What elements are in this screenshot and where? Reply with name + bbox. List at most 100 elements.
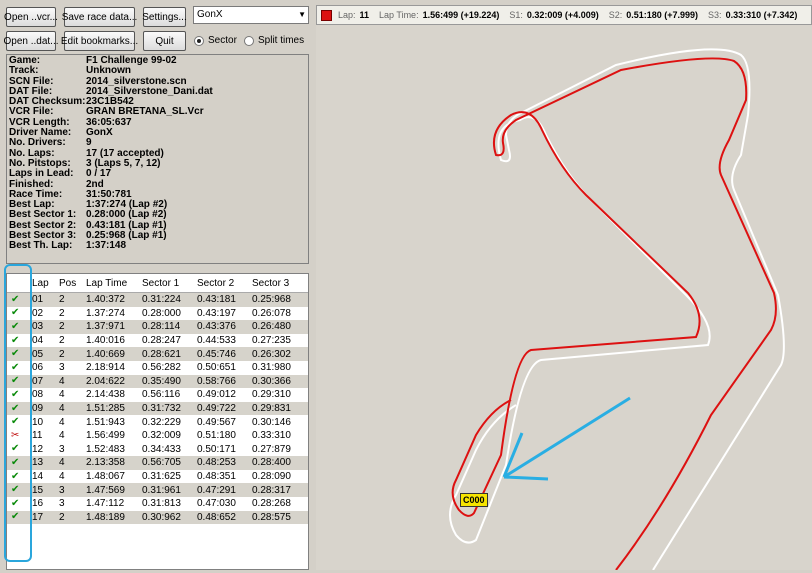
table-row[interactable]: ✔ 04 2 1.40:016 0.28:247 0.44:533 0.27:235 bbox=[7, 334, 308, 348]
cell-lap: 09 bbox=[32, 403, 44, 415]
sector-radio-label: Sector bbox=[208, 35, 237, 46]
cell-s2: 0.44:533 bbox=[197, 335, 236, 347]
table-row[interactable]: ✔ 16 3 1.47:112 0.31:813 0.47:030 0.28:268 bbox=[7, 497, 308, 511]
table-row[interactable]: ✔ 08 4 2.14:438 0.56:116 0.49:012 0.29:310 bbox=[7, 388, 308, 402]
cell-s1: 0.32:009 bbox=[142, 430, 181, 442]
cell-s2: 0.48:652 bbox=[197, 511, 236, 523]
table-row[interactable]: ✔ 15 3 1.47:569 0.31:961 0.47:291 0.28:317 bbox=[7, 483, 308, 497]
cell-pos: 3 bbox=[59, 498, 65, 510]
validity-column-highlight bbox=[4, 264, 32, 562]
cell-pos: 4 bbox=[59, 430, 65, 442]
table-row[interactable]: ✔ 01 2 1.40:372 0.31:224 0.43:181 0.25:968 bbox=[7, 293, 308, 307]
cell-time: 2.14:438 bbox=[86, 389, 125, 401]
table-row[interactable]: ✔ 13 4 2.13:358 0.56:705 0.48:253 0.28:400 bbox=[7, 456, 308, 470]
radio-empty-icon bbox=[244, 35, 254, 46]
cell-s2: 0.47:030 bbox=[197, 498, 236, 510]
cell-pos: 2 bbox=[59, 294, 65, 306]
table-row[interactable]: ✔ 06 3 2.18:914 0.56:282 0.50:651 0.31:980 bbox=[7, 361, 308, 375]
cell-s1: 0.35:490 bbox=[142, 375, 181, 387]
radio-selected-icon bbox=[194, 35, 204, 46]
s2-value: 0.51:180 (+7.999) bbox=[626, 10, 699, 20]
cell-pos: 4 bbox=[59, 471, 65, 483]
cell-lap: 12 bbox=[32, 443, 44, 455]
split-times-radio[interactable]: Split times bbox=[244, 35, 304, 46]
s1-label: S1: bbox=[509, 10, 523, 20]
lap-time-label: Lap Time: bbox=[379, 10, 419, 20]
table-row[interactable]: ✔ 03 2 1.37:971 0.28:114 0.43:376 0.26:480 bbox=[7, 320, 308, 334]
column-header[interactable]: Lap bbox=[29, 278, 56, 289]
settings-button[interactable]: Settings... bbox=[142, 7, 187, 27]
table-row[interactable]: ✔ 12 3 1.52:483 0.34:433 0.50:171 0.27:879 bbox=[7, 443, 308, 457]
cell-s1: 0.56:282 bbox=[142, 362, 181, 374]
s2-label: S2: bbox=[608, 10, 623, 20]
car-marker[interactable]: C000 bbox=[460, 493, 488, 507]
cell-time: 1.51:285 bbox=[86, 403, 125, 415]
cell-pos: 4 bbox=[59, 416, 65, 428]
save-race-data-button[interactable]: Save race data... bbox=[62, 7, 137, 27]
cell-s3: 0.28:090 bbox=[252, 471, 291, 483]
cell-lap: 13 bbox=[32, 457, 44, 469]
lap-table[interactable]: Lap Pos Lap Time Sector 1 Sector 2 Sector 3 ✔… bbox=[6, 273, 309, 570]
cell-lap: 08 bbox=[32, 389, 44, 401]
table-row[interactable]: ✔ 10 4 1.51:943 0.32:229 0.49:567 0.30:146 bbox=[7, 415, 308, 429]
cell-lap: 11 bbox=[32, 430, 43, 442]
track-map[interactable] bbox=[316, 25, 812, 571]
open-dat-button[interactable]: Open ..dat... bbox=[3, 31, 59, 51]
info-row: Best Th. Lap: 1:37:148 bbox=[9, 241, 306, 252]
table-row[interactable]: ✔ 07 4 2.04:622 0.35:490 0.58:766 0.30:366 bbox=[7, 374, 308, 389]
cell-s3: 0.27:235 bbox=[252, 335, 291, 347]
cell-s2: 0.51:180 bbox=[197, 430, 236, 442]
driver-select[interactable]: GonX ▼ bbox=[193, 6, 309, 24]
cell-s1: 0.31:961 bbox=[142, 484, 181, 496]
cell-lap: 10 bbox=[32, 416, 44, 428]
cell-s3: 0.30:146 bbox=[252, 416, 291, 428]
chevron-down-icon[interactable]: ▼ bbox=[298, 10, 306, 19]
cell-time: 1.52:483 bbox=[86, 443, 125, 455]
column-header[interactable]: Sector 1 bbox=[139, 278, 194, 289]
table-row[interactable]: ✔ 02 2 1.37:274 0.28:000 0.43:197 0.26:078 bbox=[7, 307, 308, 321]
table-row[interactable]: ✔ 17 2 1.48:189 0.30:962 0.48:652 0.28:575 bbox=[7, 510, 308, 525]
cell-s3: 0.26:480 bbox=[252, 321, 291, 333]
cell-s2: 0.43:181 bbox=[197, 294, 236, 306]
cell-pos: 4 bbox=[59, 457, 65, 469]
table-row[interactable]: ✔ 05 2 1.40:669 0.28:621 0.45:746 0.26:302 bbox=[7, 347, 308, 361]
cell-time: 1.48:067 bbox=[86, 471, 125, 483]
cell-s1: 0.34:433 bbox=[142, 443, 181, 455]
lap-status-bar: Lap: 11 Lap Time: 1.56:499 (+19.224) S1:… bbox=[316, 5, 812, 25]
cell-s3: 0.25:968 bbox=[252, 294, 291, 306]
cell-pos: 3 bbox=[59, 443, 65, 455]
sector-radio[interactable]: Sector bbox=[194, 35, 237, 46]
column-header[interactable]: Sector 2 bbox=[194, 278, 249, 289]
s3-value: 0.33:310 (+7.342) bbox=[725, 10, 798, 20]
cell-s3: 0.26:078 bbox=[252, 307, 291, 319]
column-header[interactable]: Pos bbox=[56, 278, 83, 289]
cell-s2: 0.49:567 bbox=[197, 416, 236, 428]
edit-bookmarks-button[interactable]: Edit bookmarks... bbox=[61, 31, 138, 51]
lap-time-value: 1.56:499 (+19.224) bbox=[422, 10, 500, 20]
cell-s2: 0.49:012 bbox=[197, 389, 236, 401]
open-vcr-button[interactable]: Open ..vcr... bbox=[4, 7, 58, 27]
table-row[interactable]: ✔ 09 4 1.51:285 0.31:732 0.49:722 0.29:831 bbox=[7, 401, 308, 416]
table-row[interactable]: ✂ 11 4 1.56:499 0.32:009 0.51:180 0.33:310 bbox=[7, 428, 308, 443]
cell-s2: 0.43:376 bbox=[197, 321, 236, 333]
cell-s3: 0.28:317 bbox=[252, 484, 291, 496]
cell-pos: 4 bbox=[59, 389, 65, 401]
column-header[interactable]: Sector 3 bbox=[249, 278, 304, 289]
cell-pos: 2 bbox=[59, 511, 65, 523]
column-header[interactable]: Lap Time bbox=[83, 278, 139, 289]
s1-value: 0.32:009 (+4.009) bbox=[526, 10, 599, 20]
s3-label: S3: bbox=[708, 10, 722, 20]
lap-table-body: ✔ 01 2 1.40:372 0.31:224 0.43:181 0.25:968 ✔ 02 2… bbox=[7, 293, 308, 525]
info-row: Laps in Lead: 0 / 17 bbox=[9, 168, 306, 179]
table-row[interactable]: ✔ 14 4 1.48:067 0.31:625 0.48:351 0.28:090 bbox=[7, 470, 308, 484]
quit-button[interactable]: Quit bbox=[143, 31, 186, 51]
cell-s1: 0.32:229 bbox=[142, 416, 181, 428]
cell-s3: 0.27:879 bbox=[252, 443, 291, 455]
cell-s1: 0.56:705 bbox=[142, 457, 181, 469]
racing-line bbox=[451, 57, 777, 571]
cell-lap: 16 bbox=[32, 498, 44, 510]
cell-lap: 05 bbox=[32, 348, 44, 360]
cell-time: 1.56:499 bbox=[86, 430, 125, 442]
cell-s3: 0.26:302 bbox=[252, 348, 291, 360]
cell-s2: 0.47:291 bbox=[197, 484, 236, 496]
